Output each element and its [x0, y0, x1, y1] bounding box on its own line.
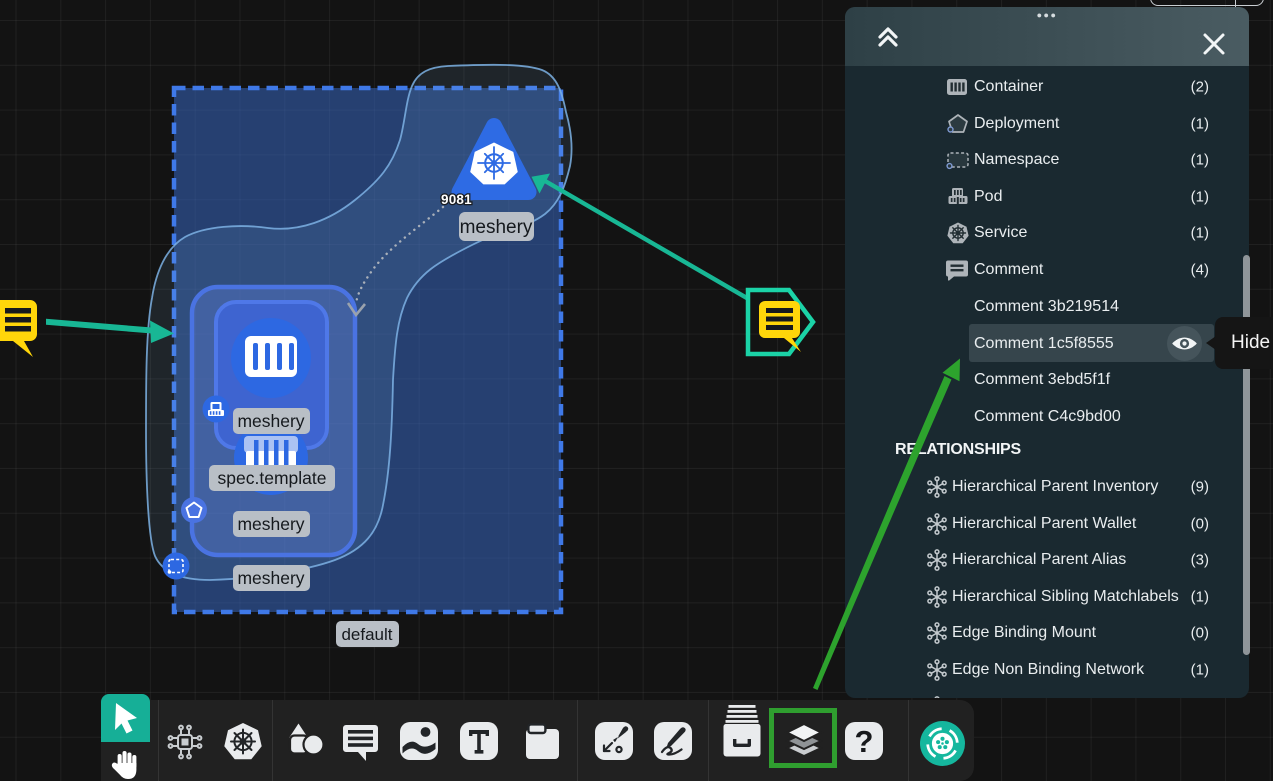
svg-text:meshery: meshery: [237, 514, 304, 534]
svg-text:meshery: meshery: [460, 217, 533, 238]
svg-text:spec.template: spec.template: [218, 468, 327, 488]
svg-text:default: default: [341, 625, 392, 644]
svg-text:9081: 9081: [441, 192, 472, 207]
svg-text:meshery: meshery: [237, 411, 304, 431]
svg-text:meshery: meshery: [237, 568, 304, 588]
